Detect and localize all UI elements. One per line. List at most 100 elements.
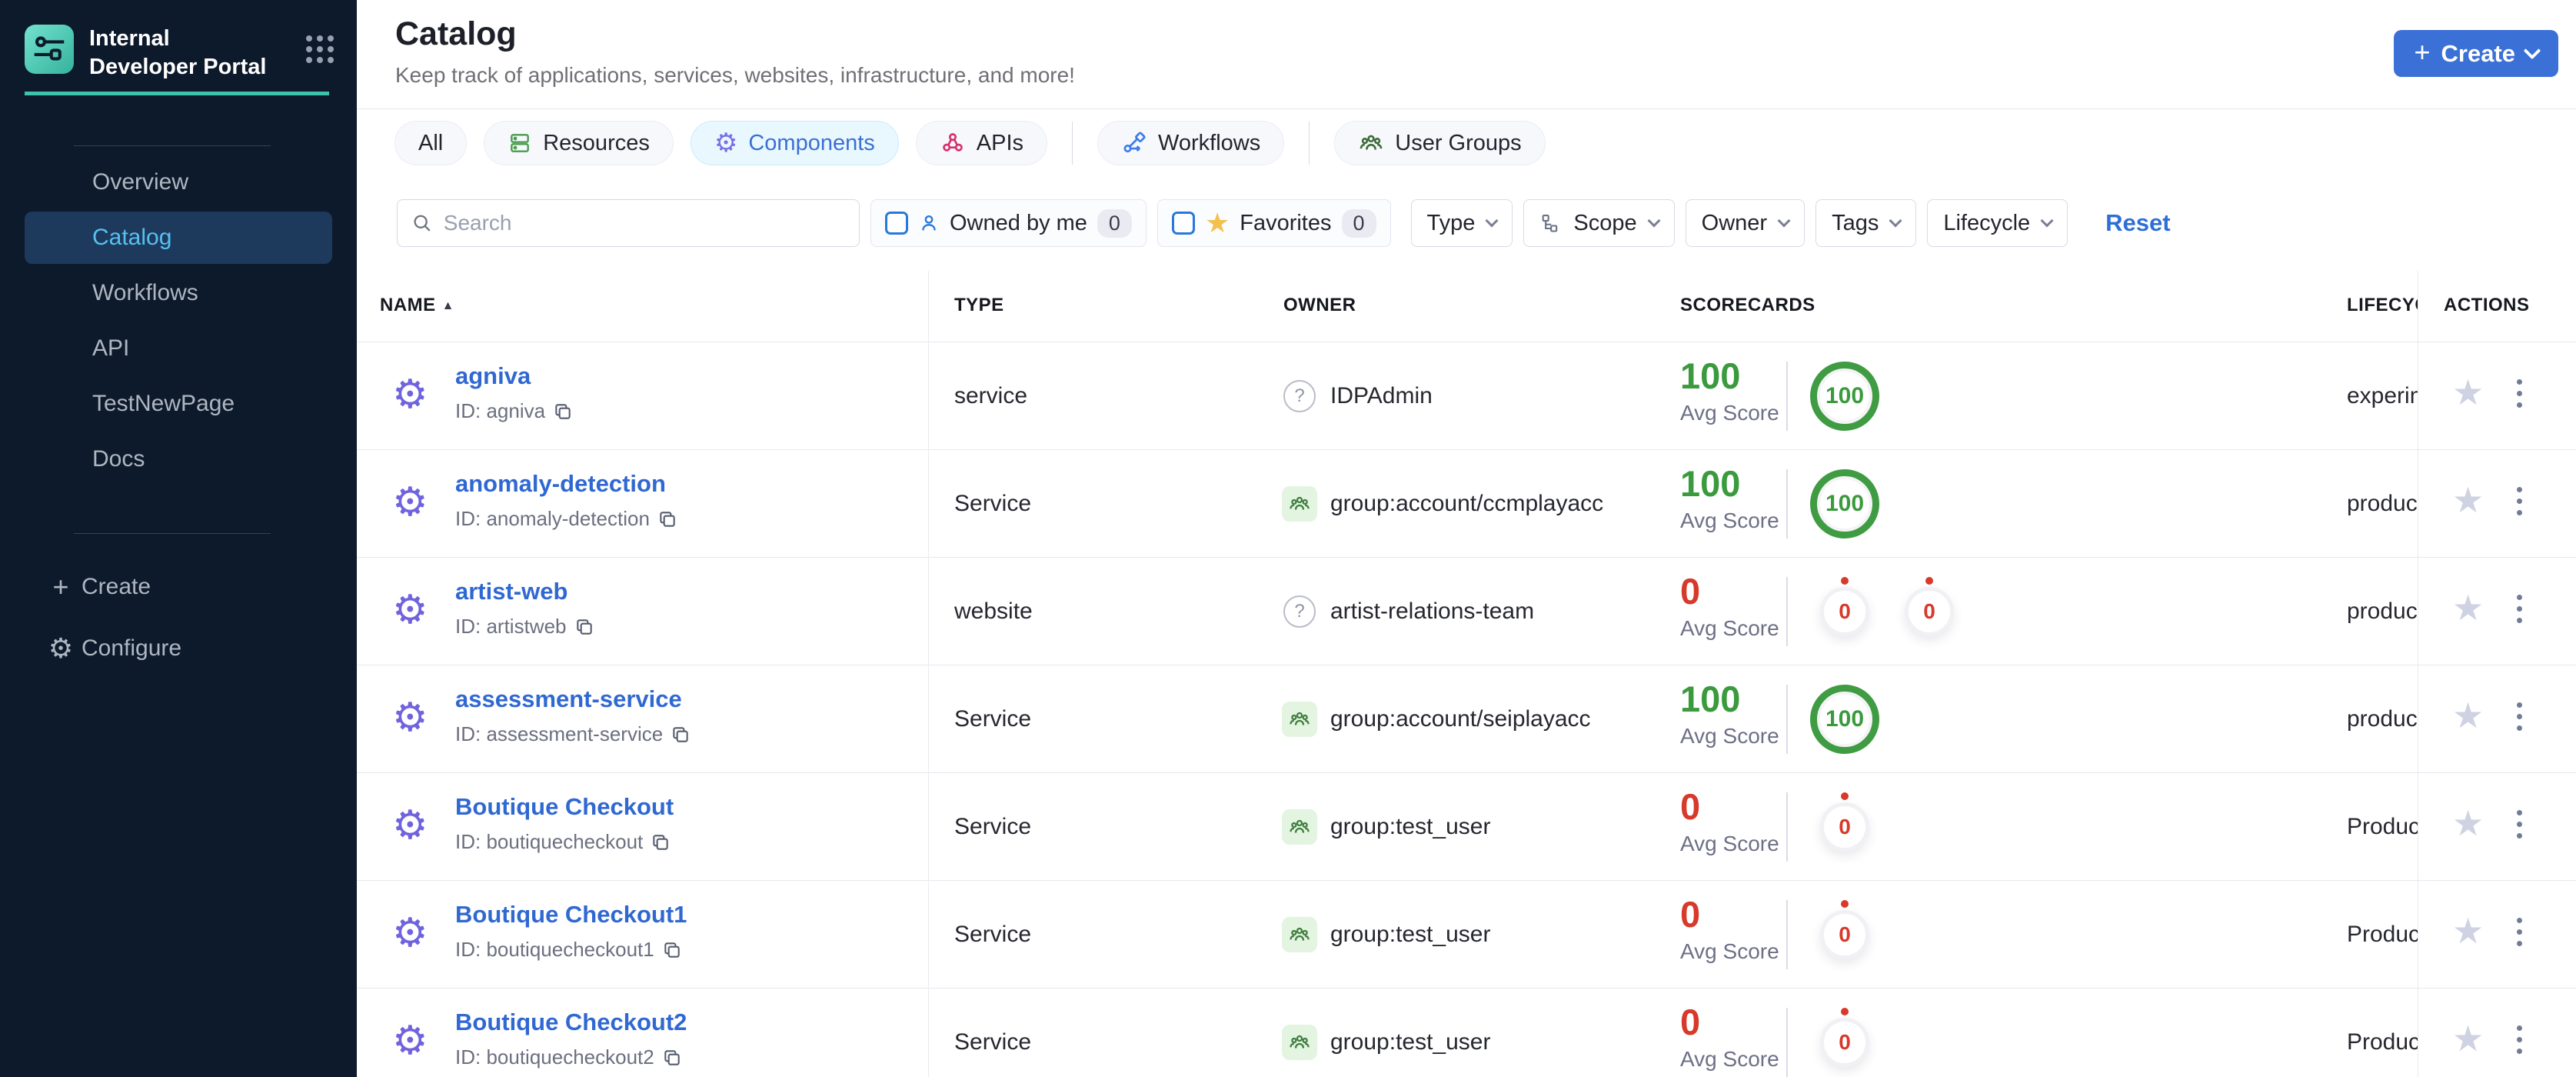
- apis-icon: [940, 130, 966, 156]
- favorite-star-icon[interactable]: ★: [2452, 913, 2484, 949]
- kebab-menu-icon[interactable]: [2514, 915, 2525, 949]
- app-switcher-icon[interactable]: [306, 35, 334, 63]
- lifecycle-value: produc: [2347, 599, 2418, 624]
- component-name-link[interactable]: anomaly-detection: [455, 470, 666, 498]
- sidebar-divider-bottom: [74, 533, 271, 534]
- kebab-menu-icon[interactable]: [2514, 592, 2525, 626]
- scorecard-circle[interactable]: 0: [1810, 1008, 1879, 1067]
- scorecard-circle[interactable]: 0: [1895, 577, 1964, 636]
- component-type: website: [954, 599, 1033, 624]
- copy-icon[interactable]: [651, 832, 671, 852]
- sort-asc-icon: ▲: [441, 299, 455, 312]
- sidebar: Internal Developer Portal Overview Catal…: [0, 0, 357, 1077]
- component-name-link[interactable]: Boutique Checkout1: [455, 901, 687, 929]
- component-name-link[interactable]: artist-web: [455, 578, 567, 605]
- copy-icon[interactable]: [662, 940, 682, 960]
- sidebar-item-api[interactable]: API: [25, 322, 332, 375]
- search-input[interactable]: [443, 211, 845, 235]
- tab-workflows[interactable]: Workflows: [1097, 121, 1285, 165]
- tab-all[interactable]: All: [394, 121, 468, 165]
- sidebar-item-docs[interactable]: Docs: [25, 433, 332, 485]
- copy-icon[interactable]: [553, 402, 573, 422]
- search-icon: [414, 215, 431, 232]
- copy-icon[interactable]: [657, 509, 677, 529]
- favorite-star-icon[interactable]: ★: [2452, 1021, 2484, 1056]
- favorite-star-icon[interactable]: ★: [2452, 805, 2484, 841]
- reset-filters-link[interactable]: Reset: [2105, 209, 2170, 237]
- component-type: Service: [954, 706, 1032, 732]
- favorite-star-icon[interactable]: ★: [2452, 590, 2484, 625]
- kebab-menu-icon[interactable]: [2514, 376, 2525, 411]
- component-type: Service: [954, 1029, 1032, 1055]
- kebab-menu-icon[interactable]: [2514, 1022, 2525, 1057]
- tags-dropdown[interactable]: Tags: [1816, 199, 1917, 247]
- scope-dropdown[interactable]: Scope: [1523, 199, 1675, 247]
- chevron-down-icon: [1485, 214, 1499, 228]
- sidebar-item-overview[interactable]: Overview: [25, 156, 332, 208]
- component-id-line: ID: boutiquecheckout1: [455, 938, 682, 962]
- component-id: ID: anomaly-detection: [455, 507, 650, 530]
- column-header-scorecards[interactable]: SCORECARDS: [1680, 295, 1816, 316]
- favorites-label: Favorites: [1240, 210, 1332, 235]
- scorecard-circles: 00: [1810, 558, 1964, 665]
- avg-score-value: 0: [1680, 571, 1701, 612]
- avg-score-label: Avg Score: [1680, 401, 1779, 425]
- create-button[interactable]: + Create: [2394, 30, 2558, 77]
- favorites-filter[interactable]: ★ Favorites 0: [1157, 199, 1391, 247]
- row-actions-cell: ★: [2418, 450, 2576, 557]
- sidebar-item-testnewpage[interactable]: TestNewPage: [25, 378, 332, 430]
- copy-icon[interactable]: [662, 1048, 682, 1068]
- dropdown-label: Owner: [1701, 210, 1768, 235]
- scorecard-circle[interactable]: 100: [1810, 685, 1879, 754]
- actions-header-cell: ACTIONS: [2418, 271, 2576, 342]
- column-header-type[interactable]: TYPE: [954, 295, 1004, 316]
- owner-group-icon: [1282, 702, 1317, 737]
- tab-resources[interactable]: Resources: [484, 121, 674, 165]
- avg-score-value: 0: [1680, 786, 1701, 827]
- component-id-line: ID: agniva: [455, 399, 573, 423]
- kebab-menu-icon[interactable]: [2514, 807, 2525, 842]
- copy-icon[interactable]: [574, 617, 594, 637]
- sidebar-configure-label: Configure: [82, 635, 182, 661]
- scorecard-circle[interactable]: 0: [1810, 900, 1879, 959]
- component-name-link[interactable]: agniva: [455, 362, 531, 390]
- scorecard-circle[interactable]: 100: [1810, 469, 1879, 538]
- scope-hierarchy-icon: [1543, 215, 1558, 232]
- scorecard-circle[interactable]: 100: [1810, 362, 1879, 431]
- favorite-star-icon[interactable]: ★: [2452, 375, 2484, 410]
- type-dropdown[interactable]: Type: [1410, 199, 1513, 247]
- kebab-menu-icon[interactable]: [2514, 699, 2525, 734]
- user-groups-icon: [1358, 130, 1384, 156]
- component-gear-icon: ⚙: [392, 1019, 428, 1063]
- lifecycle-value: experim: [2347, 383, 2429, 408]
- lifecycle-dropdown[interactable]: Lifecycle: [1927, 199, 2068, 247]
- component-name-link[interactable]: Boutique Checkout2: [455, 1009, 687, 1036]
- owned-by-me-label: Owned by me: [950, 210, 1087, 235]
- chevron-down-icon: [1777, 214, 1791, 228]
- favorites-checkbox[interactable]: [1171, 212, 1195, 235]
- dropdown-label: Type: [1426, 210, 1476, 235]
- tab-apis[interactable]: APIs: [915, 121, 1048, 165]
- tab-user-groups[interactable]: User Groups: [1334, 121, 1546, 165]
- component-name-link[interactable]: assessment-service: [455, 685, 682, 713]
- column-header-owner[interactable]: OWNER: [1283, 295, 1356, 316]
- component-name-link[interactable]: Boutique Checkout: [455, 793, 674, 821]
- kebab-menu-icon[interactable]: [2514, 484, 2525, 518]
- sidebar-item-workflows[interactable]: Workflows: [25, 267, 332, 319]
- chevron-down-icon: [1647, 214, 1661, 228]
- column-header-name[interactable]: NAME ▲: [380, 295, 454, 316]
- plus-icon: +: [52, 571, 69, 602]
- scorecard-circle[interactable]: 0: [1810, 792, 1879, 852]
- sidebar-configure-button[interactable]: ⚙ Configure: [0, 622, 357, 675]
- row-actions-cell: ★: [2418, 665, 2576, 772]
- owned-by-me-filter[interactable]: Owned by me 0: [870, 199, 1147, 247]
- scorecard-circle[interactable]: 0: [1810, 577, 1879, 636]
- owned-by-me-checkbox[interactable]: [885, 212, 908, 235]
- tab-components[interactable]: ⚙ Components: [690, 121, 899, 165]
- copy-icon[interactable]: [671, 725, 691, 745]
- owner-dropdown[interactable]: Owner: [1685, 199, 1806, 247]
- sidebar-create-button[interactable]: + Create: [0, 560, 357, 614]
- favorite-star-icon[interactable]: ★: [2452, 482, 2484, 518]
- favorite-star-icon[interactable]: ★: [2452, 698, 2484, 733]
- sidebar-item-catalog[interactable]: Catalog: [25, 212, 332, 264]
